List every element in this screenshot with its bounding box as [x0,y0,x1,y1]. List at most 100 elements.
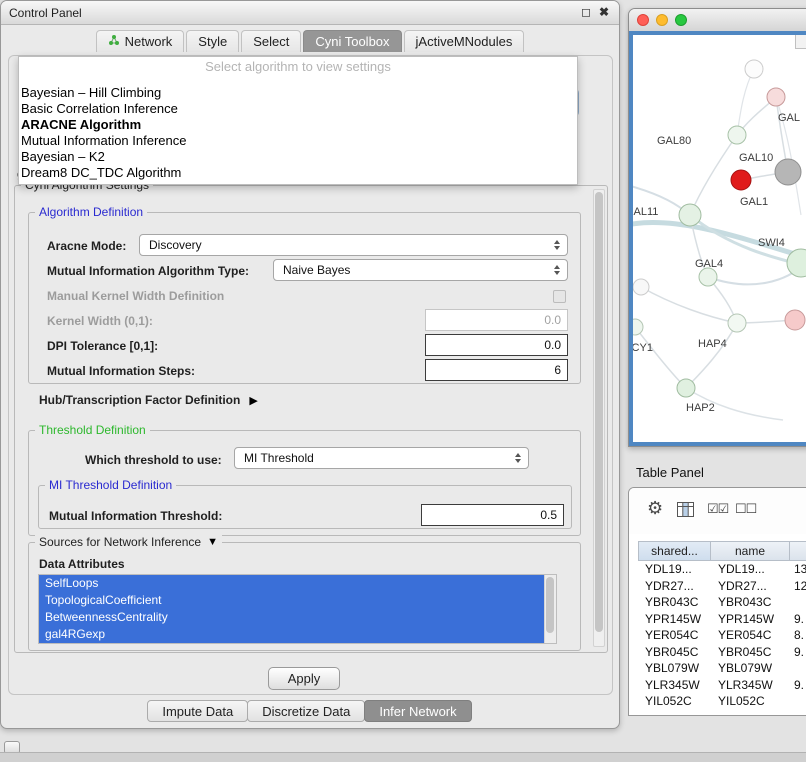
network-node[interactable] [731,170,751,190]
table-cell: YER054C [638,628,711,642]
network-edge[interactable] [641,287,737,323]
node-label: HAP4 [698,338,727,350]
close-icon[interactable]: ✖ [599,5,609,19]
network-node[interactable] [785,310,805,330]
tab-network[interactable]: Network [96,30,185,52]
column-header[interactable] [790,541,806,561]
attribute-list-item[interactable]: gal4RGexp [39,626,556,643]
data-attributes-list[interactable]: SelfLoopsTopologicalCoefficientBetweenne… [38,574,557,644]
table-cell: 9. [790,645,806,659]
table-row[interactable]: YER054CYER054C8. [638,627,806,644]
dpi-tolerance-field[interactable]: 0.0 [425,334,568,356]
node-label: GCY1 [633,342,653,354]
manual-kernel-width-checkbox[interactable] [553,290,566,303]
network-edge[interactable] [690,135,737,215]
table-cell: YBR045C [638,645,711,659]
deselect-all-columns-icon[interactable]: ☐☐ [735,501,756,517]
algorithm-option[interactable]: Dream8 DC_TDC Algorithm [19,165,577,181]
tab-jactivemnodules[interactable]: jActiveMNodules [404,30,525,52]
table-cell: YBL079W [638,661,711,675]
table-row[interactable]: YIL052CYIL052C [638,693,806,710]
table-row[interactable]: YDR27...YDR27...12 [638,578,806,595]
algorithm-option[interactable]: Bayesian – K2 [19,149,577,165]
attribute-list-scrollbar[interactable] [544,575,556,643]
scrollbar-thumb[interactable] [546,577,554,633]
sources-collapse-toggle[interactable]: Sources for Network Inference ▼ [35,535,222,549]
table-row[interactable]: YLR345WYLR345W9. [638,677,806,694]
column-header[interactable]: name [711,541,790,561]
tab-infer-network[interactable]: Infer Network [364,700,471,722]
settings-scrollbar[interactable] [593,189,605,647]
node-label: GAL1 [740,196,768,208]
network-node[interactable] [633,279,649,295]
network-node[interactable] [677,379,695,397]
scrollbar-thumb[interactable] [595,192,603,632]
kernel-width-field[interactable]: 0.0 [425,309,568,331]
table-cell: YDR27... [638,579,711,593]
table-row[interactable]: YDL19...YDL19...13 [638,561,806,578]
sources-title: Sources for Network Inference [39,535,201,549]
table-body: YDL19...YDL19...13YDR27...YDR27...12YBR0… [638,561,806,710]
network-canvas[interactable]: GAL80GAL10GAL11GAL1SWI4GAL4GCY1HAP4HAP2G… [629,31,806,446]
attribute-list-item[interactable]: TopologicalCoefficient [39,592,556,609]
table-row[interactable]: YBR043CYBR043C [638,594,806,611]
mi-threshold-field[interactable]: 0.5 [421,504,564,526]
algorithm-hint: Select algorithm to view settings [19,59,577,75]
table-cell: YIL052C [638,694,711,708]
table-cell: YPR145W [711,612,790,626]
node-label: GAL4 [695,258,723,270]
show-columns-icon[interactable] [677,502,694,522]
tab-cyni-toolbox[interactable]: Cyni Toolbox [303,30,401,52]
table-row[interactable]: YBR045CYBR045C9. [638,644,806,661]
network-graph[interactable]: GAL80GAL10GAL11GAL1SWI4GAL4GCY1HAP4HAP2G… [633,35,806,442]
algorithm-option[interactable]: Basic Correlation Inference [19,101,577,117]
algorithm-option[interactable]: Bayesian – Hill Climbing [19,85,577,101]
control-panel-tabs: Network Style Select Cyni Toolbox jActiv… [1,29,619,52]
table-cell: YBR045C [711,645,790,659]
algorithm-option[interactable]: Mutual Information Inference [19,133,577,149]
float-window-icon[interactable]: ◻ [581,5,591,19]
tab-label: jActiveMNodules [416,34,513,49]
network-node[interactable] [633,319,643,335]
mac-close-icon[interactable] [637,14,649,26]
network-node[interactable] [728,126,746,144]
tab-discretize-data[interactable]: Discretize Data [247,700,365,722]
mi-algorithm-type-select[interactable]: Naive Bayes [273,259,568,281]
aracne-mode-select[interactable]: Discovery [139,234,568,256]
select-all-columns-icon[interactable]: ☑☑ [707,501,728,517]
network-edge[interactable] [635,327,686,388]
group-title: Algorithm Definition [35,205,147,219]
tab-select[interactable]: Select [241,30,301,52]
attribute-list-item[interactable]: SelfLoops [39,575,556,592]
mac-zoom-icon[interactable] [675,14,687,26]
column-header[interactable]: shared... [638,541,711,561]
hub-definition-expander[interactable]: Hub/Transcription Factor Definition ▶ [39,393,258,407]
network-node[interactable] [775,159,801,185]
tab-impute-data[interactable]: Impute Data [147,700,248,722]
table-cell: YPR145W [638,612,711,626]
table-row[interactable]: YPR145WYPR145W9. [638,611,806,628]
network-node[interactable] [679,204,701,226]
network-edge[interactable] [686,323,737,388]
table-row[interactable]: YBL079WYBL079W [638,660,806,677]
apply-button[interactable]: Apply [268,667,340,690]
which-threshold-select[interactable]: MI Threshold [234,447,529,469]
gear-icon[interactable]: ⚙ [647,498,663,519]
network-node[interactable] [728,314,746,332]
algorithm-option[interactable]: ARACNE Algorithm [19,117,577,133]
node-label: SWI4 [758,237,785,249]
group-title: MI Threshold Definition [45,478,176,492]
popup-spacer [19,75,577,85]
stepper-icon [554,240,560,250]
mac-minimize-icon[interactable] [656,14,668,26]
table-cell: YDR27... [711,579,790,593]
node-label: GAL11 [633,206,658,218]
tab-style[interactable]: Style [186,30,239,52]
mi-steps-field[interactable]: 6 [425,359,568,381]
network-node[interactable] [699,268,717,286]
network-node[interactable] [767,88,785,106]
attribute-list-item[interactable]: BetweennessCentrality [39,609,556,626]
network-view-titlebar [629,9,806,31]
table-cell: YBL079W [711,661,790,675]
network-node[interactable] [745,60,763,78]
